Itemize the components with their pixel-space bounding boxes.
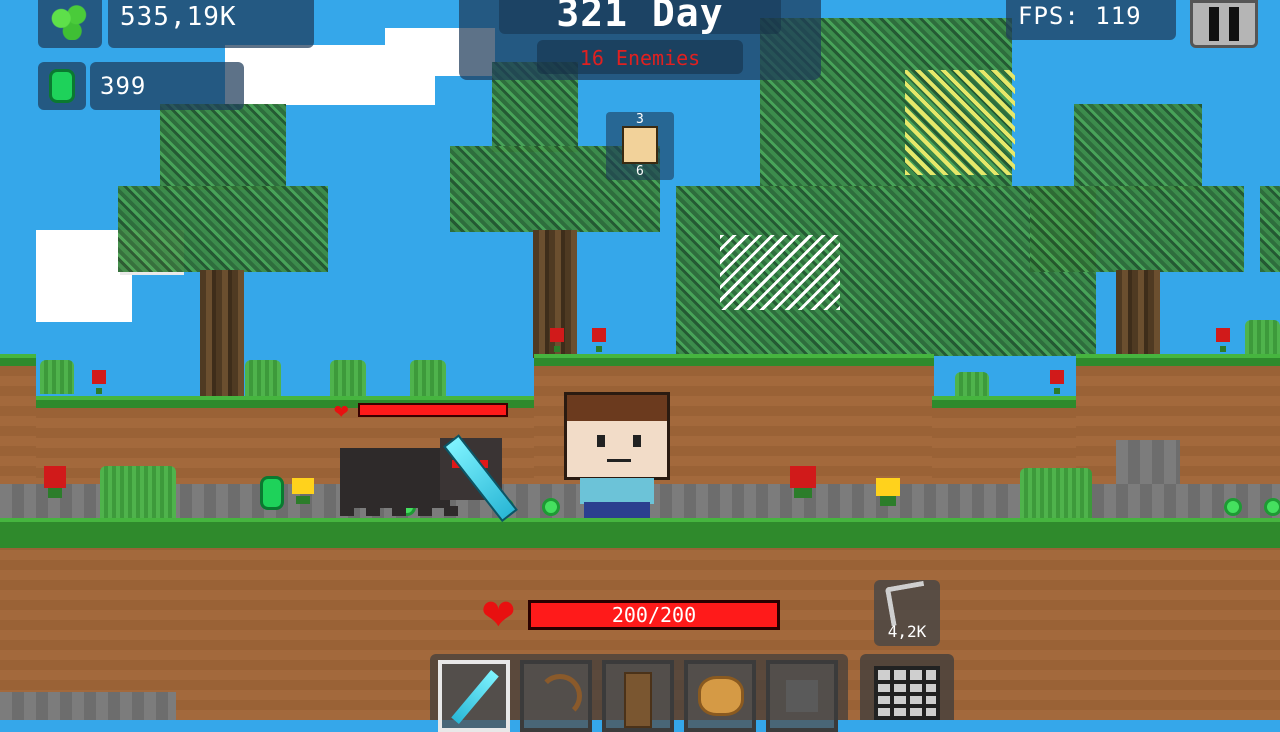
yellow-flower <box>292 478 314 494</box>
player-eye <box>597 435 605 447</box>
enemies-label: 16 Enemies <box>579 46 701 70</box>
grass-tuft <box>245 360 281 396</box>
companion-face[interactable]: 3 6 <box>606 112 674 180</box>
companion-bottom-digit: 6 <box>636 164 644 179</box>
tree-trunk <box>1116 270 1160 358</box>
heart-icon: ❤ <box>334 396 349 424</box>
grass-tuft <box>40 360 74 394</box>
hotbar-slot-potato[interactable] <box>684 660 756 732</box>
tree-leaves <box>1030 186 1244 272</box>
hotbar-slot-diamond-sword[interactable] <box>438 660 510 732</box>
player-character <box>560 392 680 518</box>
player-hair <box>567 395 667 421</box>
enemy-health-track <box>358 403 508 417</box>
tree-trunk <box>200 270 244 400</box>
spider-leg <box>340 506 470 516</box>
grass-tuft <box>1020 468 1092 518</box>
ground-grass <box>0 518 1280 548</box>
dirt-block <box>0 366 36 486</box>
red-flower <box>44 466 66 488</box>
currency-icon-panel <box>38 0 102 48</box>
emerald-drop[interactable] <box>260 476 284 510</box>
xp-orb[interactable] <box>542 498 560 516</box>
emerald-value: 399 <box>100 72 147 100</box>
player-eye <box>633 435 641 447</box>
hotbar-slot-empty[interactable] <box>766 660 838 732</box>
day-panel: 321 Day 16 Enemies <box>459 0 821 80</box>
pause-icon <box>1209 7 1239 41</box>
stone-block <box>1116 440 1180 484</box>
grass-tuft <box>410 360 446 396</box>
red-flower <box>92 370 106 384</box>
red-flower <box>790 466 816 488</box>
tree-leaves <box>118 186 328 272</box>
red-flower <box>550 328 564 342</box>
xp-orb[interactable] <box>1264 498 1280 516</box>
bow-icon <box>538 674 582 718</box>
currency-value: 535,19K <box>120 2 237 32</box>
tool-counter[interactable]: 4,2K <box>874 580 940 646</box>
inventory-grid-icon <box>874 666 940 720</box>
currency-panel: 535,19K <box>108 0 314 48</box>
diamond-sword-icon <box>451 670 499 724</box>
player-health-label: 200/200 <box>611 603 697 627</box>
tree-leaves <box>1260 186 1280 272</box>
grass-tuft <box>1245 320 1280 354</box>
xp-orb[interactable] <box>1224 498 1242 516</box>
potato-icon <box>698 676 744 716</box>
red-flower <box>1216 328 1230 342</box>
companion-top-digit: 3 <box>636 112 644 127</box>
player-health-bar: ❤ 200/200 <box>482 584 782 642</box>
hotbar-slot-bow[interactable] <box>520 660 592 732</box>
pickaxe-icon <box>884 580 931 627</box>
fps-label: FPS: 119 <box>1018 2 1142 30</box>
red-flower <box>592 328 606 342</box>
glowing-leaves <box>905 70 1015 175</box>
grass-tuft <box>100 466 176 518</box>
pause-button[interactable] <box>1190 0 1258 48</box>
hotbar-slot-wooden-door[interactable] <box>602 660 674 732</box>
grass-tuft <box>955 372 989 396</box>
emerald-panel: 399 <box>90 62 244 110</box>
player-shirt <box>580 478 654 504</box>
player-heart-icon: ❤ <box>482 579 515 642</box>
empty-slot-icon <box>786 680 818 712</box>
stone-strip <box>0 692 176 720</box>
enemy-health-fill <box>360 405 506 415</box>
spider-body <box>340 448 450 508</box>
yellow-flower <box>876 478 900 496</box>
fps-panel: FPS: 119 <box>1006 0 1176 40</box>
player-head <box>564 392 670 480</box>
red-flower <box>1050 370 1064 384</box>
companion-face-icon <box>622 126 658 164</box>
player-mouth <box>607 459 631 462</box>
inventory-button[interactable] <box>860 654 954 720</box>
tree-leaves <box>160 104 286 190</box>
glowing-leaves <box>720 235 840 310</box>
player-pants <box>584 502 650 518</box>
hotbar <box>430 654 848 732</box>
tree-leaves <box>1074 104 1202 190</box>
enemy-health-bar: ❤ <box>334 398 510 422</box>
tool-value: 4,2K <box>887 622 927 641</box>
green-coins-icon <box>48 4 92 40</box>
day-label: 321 Day <box>556 0 724 35</box>
emerald-icon <box>49 69 75 103</box>
grass-tuft <box>330 360 366 396</box>
emerald-icon-panel <box>38 62 86 110</box>
